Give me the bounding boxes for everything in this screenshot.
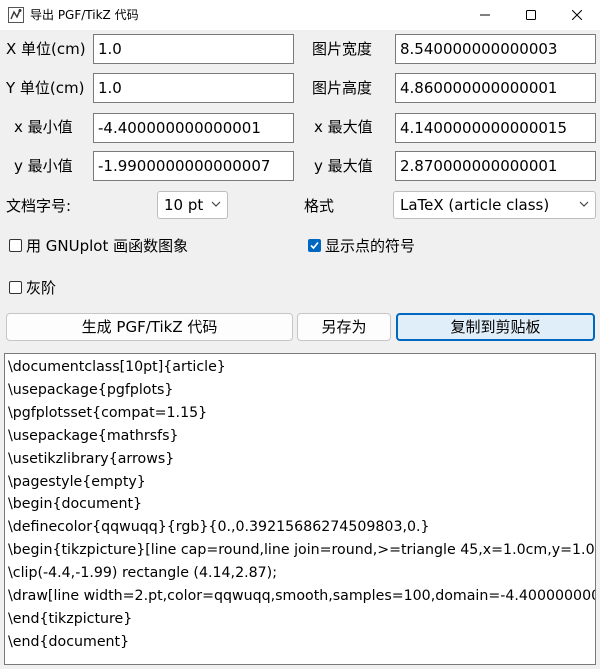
checkbox-checked-box [308, 239, 321, 252]
x-unit-input[interactable]: 1.0 [93, 34, 294, 64]
minimize-icon [480, 14, 490, 16]
code-line: \usepackage{pgfplots} [8, 381, 174, 398]
show-points-checkbox[interactable]: 显示点的符号 [308, 235, 415, 256]
format-label: 格式 [304, 197, 335, 215]
x-min-input[interactable]: -4.400000000000001 [93, 113, 294, 143]
width-input[interactable]: 8.540000000000003 [395, 34, 596, 64]
code-line: \definecolor{qqwuqq}{rgb}{0.,0.392156862… [8, 519, 430, 536]
close-icon [572, 10, 582, 20]
width-label: 图片宽度 [312, 40, 373, 58]
save-as-button[interactable]: 另存为 [297, 313, 391, 341]
code-line: \end{tikzpicture} [8, 610, 133, 627]
code-line: \documentclass[10pt]{article} [8, 359, 226, 375]
font-size-select[interactable]: 10 pt [157, 191, 228, 219]
close-button[interactable] [554, 0, 600, 30]
code-line: \begin{tikzpicture}[line cap=round,line … [8, 542, 596, 559]
chevron-down-icon [211, 201, 221, 207]
maximize-icon [526, 10, 536, 20]
height-input[interactable]: 4.860000000000001 [395, 73, 596, 103]
x-unit-label: X 单位(cm) [6, 40, 86, 58]
grayscale-checkbox[interactable]: 灰阶 [9, 277, 56, 298]
app-icon [8, 7, 24, 23]
chevron-down-icon [579, 201, 589, 207]
code-line: \end{document} [8, 633, 130, 650]
y-unit-label: Y 单位(cm) [6, 79, 85, 97]
generate-button[interactable]: 生成 PGF/TikZ 代码 [6, 313, 293, 341]
code-line: \usetikzlibrary{arrows} [8, 450, 175, 467]
code-line: \pagestyle{empty} [8, 473, 146, 490]
code-line: \usepackage{mathrsfs} [8, 427, 179, 444]
x-max-label: x 最大值 [314, 118, 373, 136]
height-label: 图片高度 [312, 79, 373, 97]
checkbox-box [9, 239, 22, 252]
y-max-input[interactable]: 2.870000000000001 [395, 151, 596, 181]
window-title: 导出 PGF/TikZ 代码 [30, 8, 139, 22]
font-size-value: 10 pt [164, 196, 204, 214]
minimize-button[interactable] [462, 0, 508, 30]
title-bar: 导出 PGF/TikZ 代码 [0, 0, 600, 30]
gnuplot-label: 用 GNUplot 画函数图象 [26, 237, 189, 255]
grayscale-label: 灰阶 [26, 279, 57, 297]
y-unit-input[interactable]: 1.0 [93, 73, 294, 103]
checkbox-box [9, 281, 22, 294]
format-select[interactable]: LaTeX (article class) [393, 191, 596, 219]
format-value: LaTeX (article class) [400, 196, 550, 214]
code-line: \clip(-4.4,-1.99) rectangle (4.14,2.87); [8, 565, 277, 582]
x-max-input[interactable]: 4.1400000000000015 [395, 113, 596, 143]
checkmark-icon [310, 241, 319, 250]
code-line: \pgfplotsset{compat=1.15} [8, 404, 208, 421]
y-max-label: y 最大值 [314, 157, 373, 175]
gnuplot-checkbox[interactable]: 用 GNUplot 画函数图象 [9, 235, 188, 256]
code-line: \begin{document} [8, 496, 143, 513]
code-output-textarea[interactable]: \documentclass[10pt]{article} \usepackage… [4, 353, 596, 665]
y-min-input[interactable]: -1.9900000000000007 [93, 151, 294, 181]
x-min-label: x 最小值 [14, 118, 73, 136]
copy-to-clipboard-button[interactable]: 复制到剪贴板 [396, 313, 595, 341]
show-points-label: 显示点的符号 [325, 237, 416, 255]
font-size-label: 文档字号: [6, 197, 72, 215]
maximize-button[interactable] [508, 0, 554, 30]
code-line: \draw[line width=2.pt,color=qqwuqq,smoot… [8, 588, 595, 605]
y-min-label: y 最小值 [14, 157, 73, 175]
